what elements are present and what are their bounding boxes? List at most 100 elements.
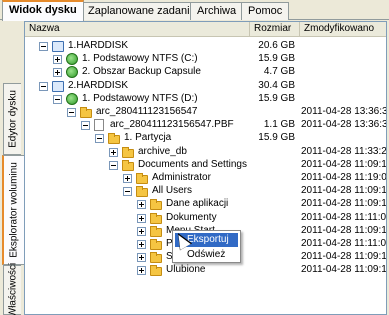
tree-row-label: Documents and Settings [138,158,247,170]
tree-row-date: 2011-04-28 11:11:03 [301,211,387,223]
column-size[interactable]: Rozmiar [250,22,300,37]
tree-row[interactable]: Dane aplikacji 2011-04-28 11:09:19 [25,197,387,211]
side-tab-label: Właściwości [7,262,18,315]
collapse-icon[interactable] [123,187,132,197]
collapse-icon[interactable] [67,108,76,117]
expand-icon[interactable] [53,68,62,78]
tree-row-date: 2011-04-28 11:11:03 [301,238,387,249]
tree-row-size: 15.9 GB [258,132,295,144]
tree-row-date: 2011-04-28 11:09:19 [301,198,387,210]
folder-icon [150,239,162,250]
tree-row-size: 15.9 GB [258,92,295,104]
expand-icon[interactable] [137,253,146,263]
folder-icon [136,186,148,198]
tree-row[interactable]: Dokumenty 2011-04-28 11:11:03 [25,211,386,224]
tree-row-date: 2011-04-28 11:09:19 [301,251,387,263]
tree-row-label: arc_280411123156547 [96,106,198,117]
tree-row[interactable]: Ulubione 2011-04-28 11:09:19 [25,263,387,277]
tree-row-date: 2011-04-28 11:33:27 [301,145,387,157]
side-tab-eksplorator-woluminu[interactable]: Eksplorator woluminu [2,155,24,265]
side-tab-label: Edytor dysku [7,90,18,148]
tree-row-size: 15.9 GB [258,53,295,65]
folder-icon [136,173,148,184]
side-tab-wlasciwosci[interactable]: Właściwości [3,262,21,315]
tree-row-label: 1. Podstawowy NTFS (C:) [82,53,198,65]
tree-row-label: 2. Obszar Backup Capsule [82,66,201,78]
folder-icon [150,212,162,224]
expand-icon[interactable] [137,213,146,223]
side-tab-edytor-dysku[interactable]: Edytor dysku [3,83,21,155]
tab-archiwa[interactable]: Archiwa [190,2,244,20]
collapse-icon[interactable] [95,134,104,144]
partition-icon [66,66,78,79]
tree-row-size: 4.7 GB [263,66,295,78]
side-tab-label: Eksplorator woluminu [8,162,20,258]
menu-item-odswiez[interactable]: Odśwież [175,248,238,262]
collapse-icon[interactable] [53,94,62,104]
tree-row-label: 1. Podstawowy NTFS (D:) [82,92,198,104]
collapse-icon[interactable] [39,42,48,51]
disk-icon [52,80,64,92]
expand-icon[interactable] [137,200,146,210]
collapse-icon[interactable] [39,81,48,91]
partition-icon [66,53,78,66]
tree-row-label: arc_280411123156547.PBF [110,119,234,131]
folder-icon [150,252,162,264]
folder-icon [122,146,134,158]
side-tab-bar: Edytor dysku Eksplorator woluminu Właści… [0,21,24,315]
tree-row-date: 2011-04-28 11:09:19 [301,158,387,170]
volume-explorer-panel: Nazwa Rozmiar Zmodyfikowano 1.HARDDISK 20… [24,21,387,315]
tree-row[interactable]: 1.HARDDISK 20.6 GB [25,39,386,52]
tree-row-label: All Users [152,185,193,197]
folder-icon [122,159,134,171]
folder-icon [150,199,162,211]
tree-row[interactable]: arc_280411123156547 2011-04-28 13:36:38 [25,105,386,118]
collapse-icon[interactable] [109,160,118,170]
expand-icon[interactable] [137,266,146,276]
main-tab-bar: Widok dysku Zaplanowane zadania Archiwa … [0,0,389,21]
tree-row-label: Dane aplikacji [166,198,229,210]
column-header: Nazwa Rozmiar Zmodyfikowano [25,22,386,37]
expand-icon[interactable] [123,174,132,183]
tree-row[interactable]: arc_280411123156547.PBF 1.1 GB 2011-04-28 … [25,118,387,132]
file-icon [94,119,104,132]
tree-row[interactable]: Documents and Settings 2011-04-28 11:09:1… [25,158,386,171]
expand-icon[interactable] [109,147,118,157]
tree-row-label: 1. Partycja [124,132,172,144]
tree-row-size: 20.6 GB [258,40,295,51]
tree-row[interactable]: 2. Obszar Backup Capsule 4.7 GB [25,65,386,79]
tab-zaplanowane-zadania[interactable]: Zaplanowane zadania [81,2,203,20]
expand-icon[interactable] [137,240,146,249]
folder-icon [150,265,162,277]
disk-icon [52,41,64,52]
tree-row[interactable]: 1. Partycja 15.9 GB [25,131,386,145]
partition-icon [66,92,78,105]
tree-row-date: 2011-04-28 11:09:19 [301,264,387,276]
tree-row-size: 1.1 GB [263,119,295,131]
column-modified[interactable]: Zmodyfikowano [300,22,386,37]
tree-row[interactable]: 2.HARDDISK 30.4 GB [25,79,386,92]
tree-row-label: 1.HARDDISK [68,40,129,51]
tree-row-date: 2011-04-28 11:09:19 [301,185,387,197]
tree-row[interactable]: Administrator 2011-04-28 11:19:00 [25,171,386,184]
tree-row-label: 2.HARDDISK [68,79,129,91]
tree-row[interactable]: All Users 2011-04-28 11:09:19 [25,184,387,198]
tab-widok-dysku[interactable]: Widok dysku [2,0,84,21]
tree-row-date: 2011-04-28 13:36:38 [301,119,387,131]
tree-row[interactable]: 1. Podstawowy NTFS (D:) 15.9 GB [25,92,386,105]
tree-row-label: Ulubione [166,264,206,276]
tree-row-date: 2011-04-28 11:19:00 [301,172,387,183]
expand-icon[interactable] [137,226,146,236]
tree-row-date: 2011-04-28 13:36:38 [301,106,387,117]
tree-row[interactable]: archive_db 2011-04-28 11:33:27 [25,145,386,158]
folder-icon [80,107,92,118]
folder-icon [150,225,162,237]
expand-icon[interactable] [53,55,62,65]
folder-icon [108,133,120,145]
column-name[interactable]: Nazwa [25,22,250,37]
tab-pomoc[interactable]: Pomoc [241,2,290,20]
collapse-icon[interactable] [81,121,90,131]
tree-row-label: Dokumenty [166,211,217,223]
tree-row[interactable]: 1. Podstawowy NTFS (C:) 15.9 GB [25,52,386,66]
tree-row-date: 2011-04-28 11:09:19 [301,224,387,236]
